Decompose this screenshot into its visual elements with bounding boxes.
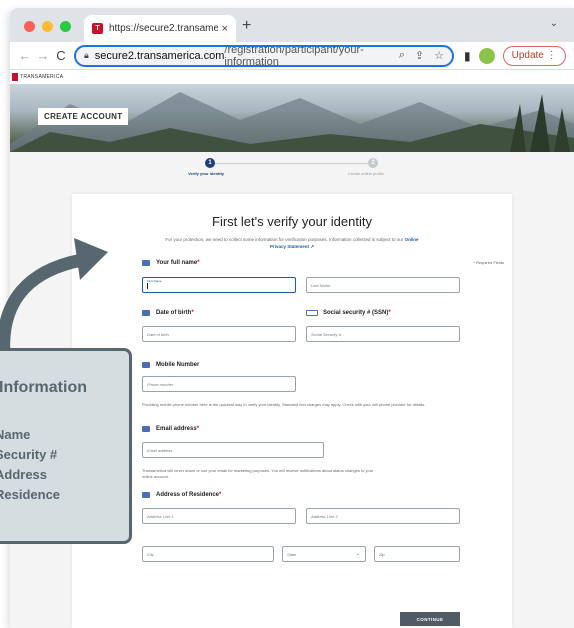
brand-name: TRANSAMERICA [20, 74, 64, 80]
callout-item: Name [0, 427, 31, 442]
person-card-icon [142, 260, 150, 266]
zip-input[interactable]: Zip [374, 546, 460, 562]
first-name-input[interactable]: First Name [142, 277, 296, 293]
forward-button[interactable]: → [34, 48, 52, 63]
mobile-help-text: Providing mobile phone number here is th… [142, 402, 426, 407]
step-1-indicator: 1 [205, 158, 215, 168]
share-icon[interactable]: ⇪ [415, 49, 424, 62]
state-select-value: State [287, 552, 297, 557]
url-path: /registration/participant/your-informati… [224, 43, 364, 68]
step-1-label: Verify your identity [188, 171, 225, 176]
required-mark: * [197, 260, 200, 266]
form-subtitle-text: For your protection, we need to collect … [165, 237, 404, 242]
text-caret [147, 283, 148, 289]
callout-item: Address [0, 467, 48, 482]
state-select[interactable]: State ⌄ [282, 546, 366, 562]
city-input[interactable]: City [142, 546, 274, 562]
required-mark: * [196, 426, 200, 432]
hero-banner: CREATE ACCOUNT [10, 84, 574, 152]
address-line1-input[interactable]: Address Line 1 [142, 508, 296, 524]
star-icon[interactable]: ☆ [434, 49, 444, 62]
callout-item: Residence [0, 487, 61, 502]
transamerica-logo-icon [12, 73, 18, 81]
full-name-label: Your full name [156, 260, 198, 266]
email-help-text: Transamerica will never share or use you… [142, 468, 374, 479]
chevron-down-icon: ⌄ [355, 551, 360, 557]
email-input[interactable]: Email address [142, 442, 324, 458]
information-callout: Information Name Security # Address Resi… [0, 348, 132, 544]
sidebar-icon[interactable]: ▮ [464, 49, 471, 63]
form-title: First let's verify your identity [212, 214, 372, 229]
progress-stepper: 1 2 Verify your identity Create online p… [10, 152, 574, 192]
identity-form-card: First let's verify your identity For you… [72, 194, 512, 628]
back-button[interactable]: ← [16, 48, 34, 63]
callout-item: Security # [0, 447, 58, 462]
mobile-label: Mobile Number [156, 362, 200, 368]
profile-avatar[interactable] [478, 47, 495, 64]
site-header: TRANSAMERICA [10, 70, 574, 84]
form-subtitle: For your protection, we need to collect … [162, 236, 422, 250]
ssn-label: Social security # (SSN) [323, 310, 389, 316]
address-line2-input[interactable]: Address Line 2 [306, 508, 460, 524]
required-mark: * [191, 310, 194, 316]
full-name-heading: Your full name * [142, 260, 200, 266]
browser-toolbar: ← → C 🔒︎ secure2.transamerica.com/regist… [10, 42, 574, 70]
step-2-indicator: 2 [368, 158, 378, 168]
favicon-icon: T [92, 23, 103, 34]
phone-icon [142, 362, 150, 368]
email-heading: Email address * [142, 426, 199, 432]
lock-icon: 🔒︎ [84, 50, 89, 60]
close-tab-icon[interactable]: × [222, 23, 228, 35]
ssn-input[interactable]: Social Security # [306, 326, 460, 342]
search-icon[interactable]: ⌕ [399, 49, 405, 62]
address-label: Address of Residence [156, 492, 220, 498]
address-bar-icons: ⌕ ⇪ ☆ [399, 49, 444, 62]
update-label: Update [511, 50, 544, 61]
home-icon [142, 492, 150, 498]
create-account-label: CREATE ACCOUNT [38, 108, 129, 125]
required-mark: * [219, 492, 222, 498]
mobile-heading: Mobile Number [142, 362, 199, 368]
reload-button[interactable]: C [52, 48, 70, 63]
ssn-badge-icon [306, 310, 318, 316]
email-label: Email address [156, 426, 197, 432]
required-fields-note: * Required Fields [473, 260, 504, 265]
ssn-heading: Social security # (SSN) * [306, 310, 391, 316]
new-tab-button[interactable]: + [242, 17, 251, 35]
close-window-button[interactable] [24, 21, 35, 32]
required-mark: * [388, 310, 391, 316]
last-name-input[interactable]: Last Name [306, 277, 460, 293]
phone-input[interactable]: Phone number [142, 376, 296, 392]
mail-icon [142, 426, 150, 432]
callout-list: Name Security # Address Residence [0, 425, 60, 505]
tab-title: https://secure2.transamerica.c [109, 23, 218, 34]
tab-bar: T https://secure2.transamerica.c × + ⌄ [10, 8, 574, 42]
maximize-window-button[interactable] [60, 21, 71, 32]
calendar-icon [142, 310, 150, 316]
tab-list-chevron-icon[interactable]: ⌄ [550, 18, 558, 29]
dob-label: Date of birth [156, 310, 192, 316]
minimize-window-button[interactable] [42, 21, 53, 32]
url-host: secure2.transamerica.com [94, 49, 225, 62]
dob-heading: Date of birth * [142, 310, 194, 316]
browser-tab[interactable]: T https://secure2.transamerica.c × [84, 15, 236, 42]
callout-arrow [0, 238, 108, 360]
more-menu-icon: ⋮ [546, 50, 557, 61]
first-name-floating-label: First Name [147, 279, 162, 283]
stepper-line [210, 163, 373, 164]
dob-input[interactable]: Date of birth [142, 326, 296, 342]
step-2-label: Create online profile [348, 171, 384, 176]
address-heading: Address of Residence * [142, 492, 221, 498]
address-bar[interactable]: 🔒︎ secure2.transamerica.com/registration… [74, 43, 454, 68]
update-button[interactable]: Update ⋮ [502, 45, 566, 66]
callout-title: Information [0, 379, 87, 396]
continue-button[interactable]: CONTINUE [400, 612, 460, 626]
